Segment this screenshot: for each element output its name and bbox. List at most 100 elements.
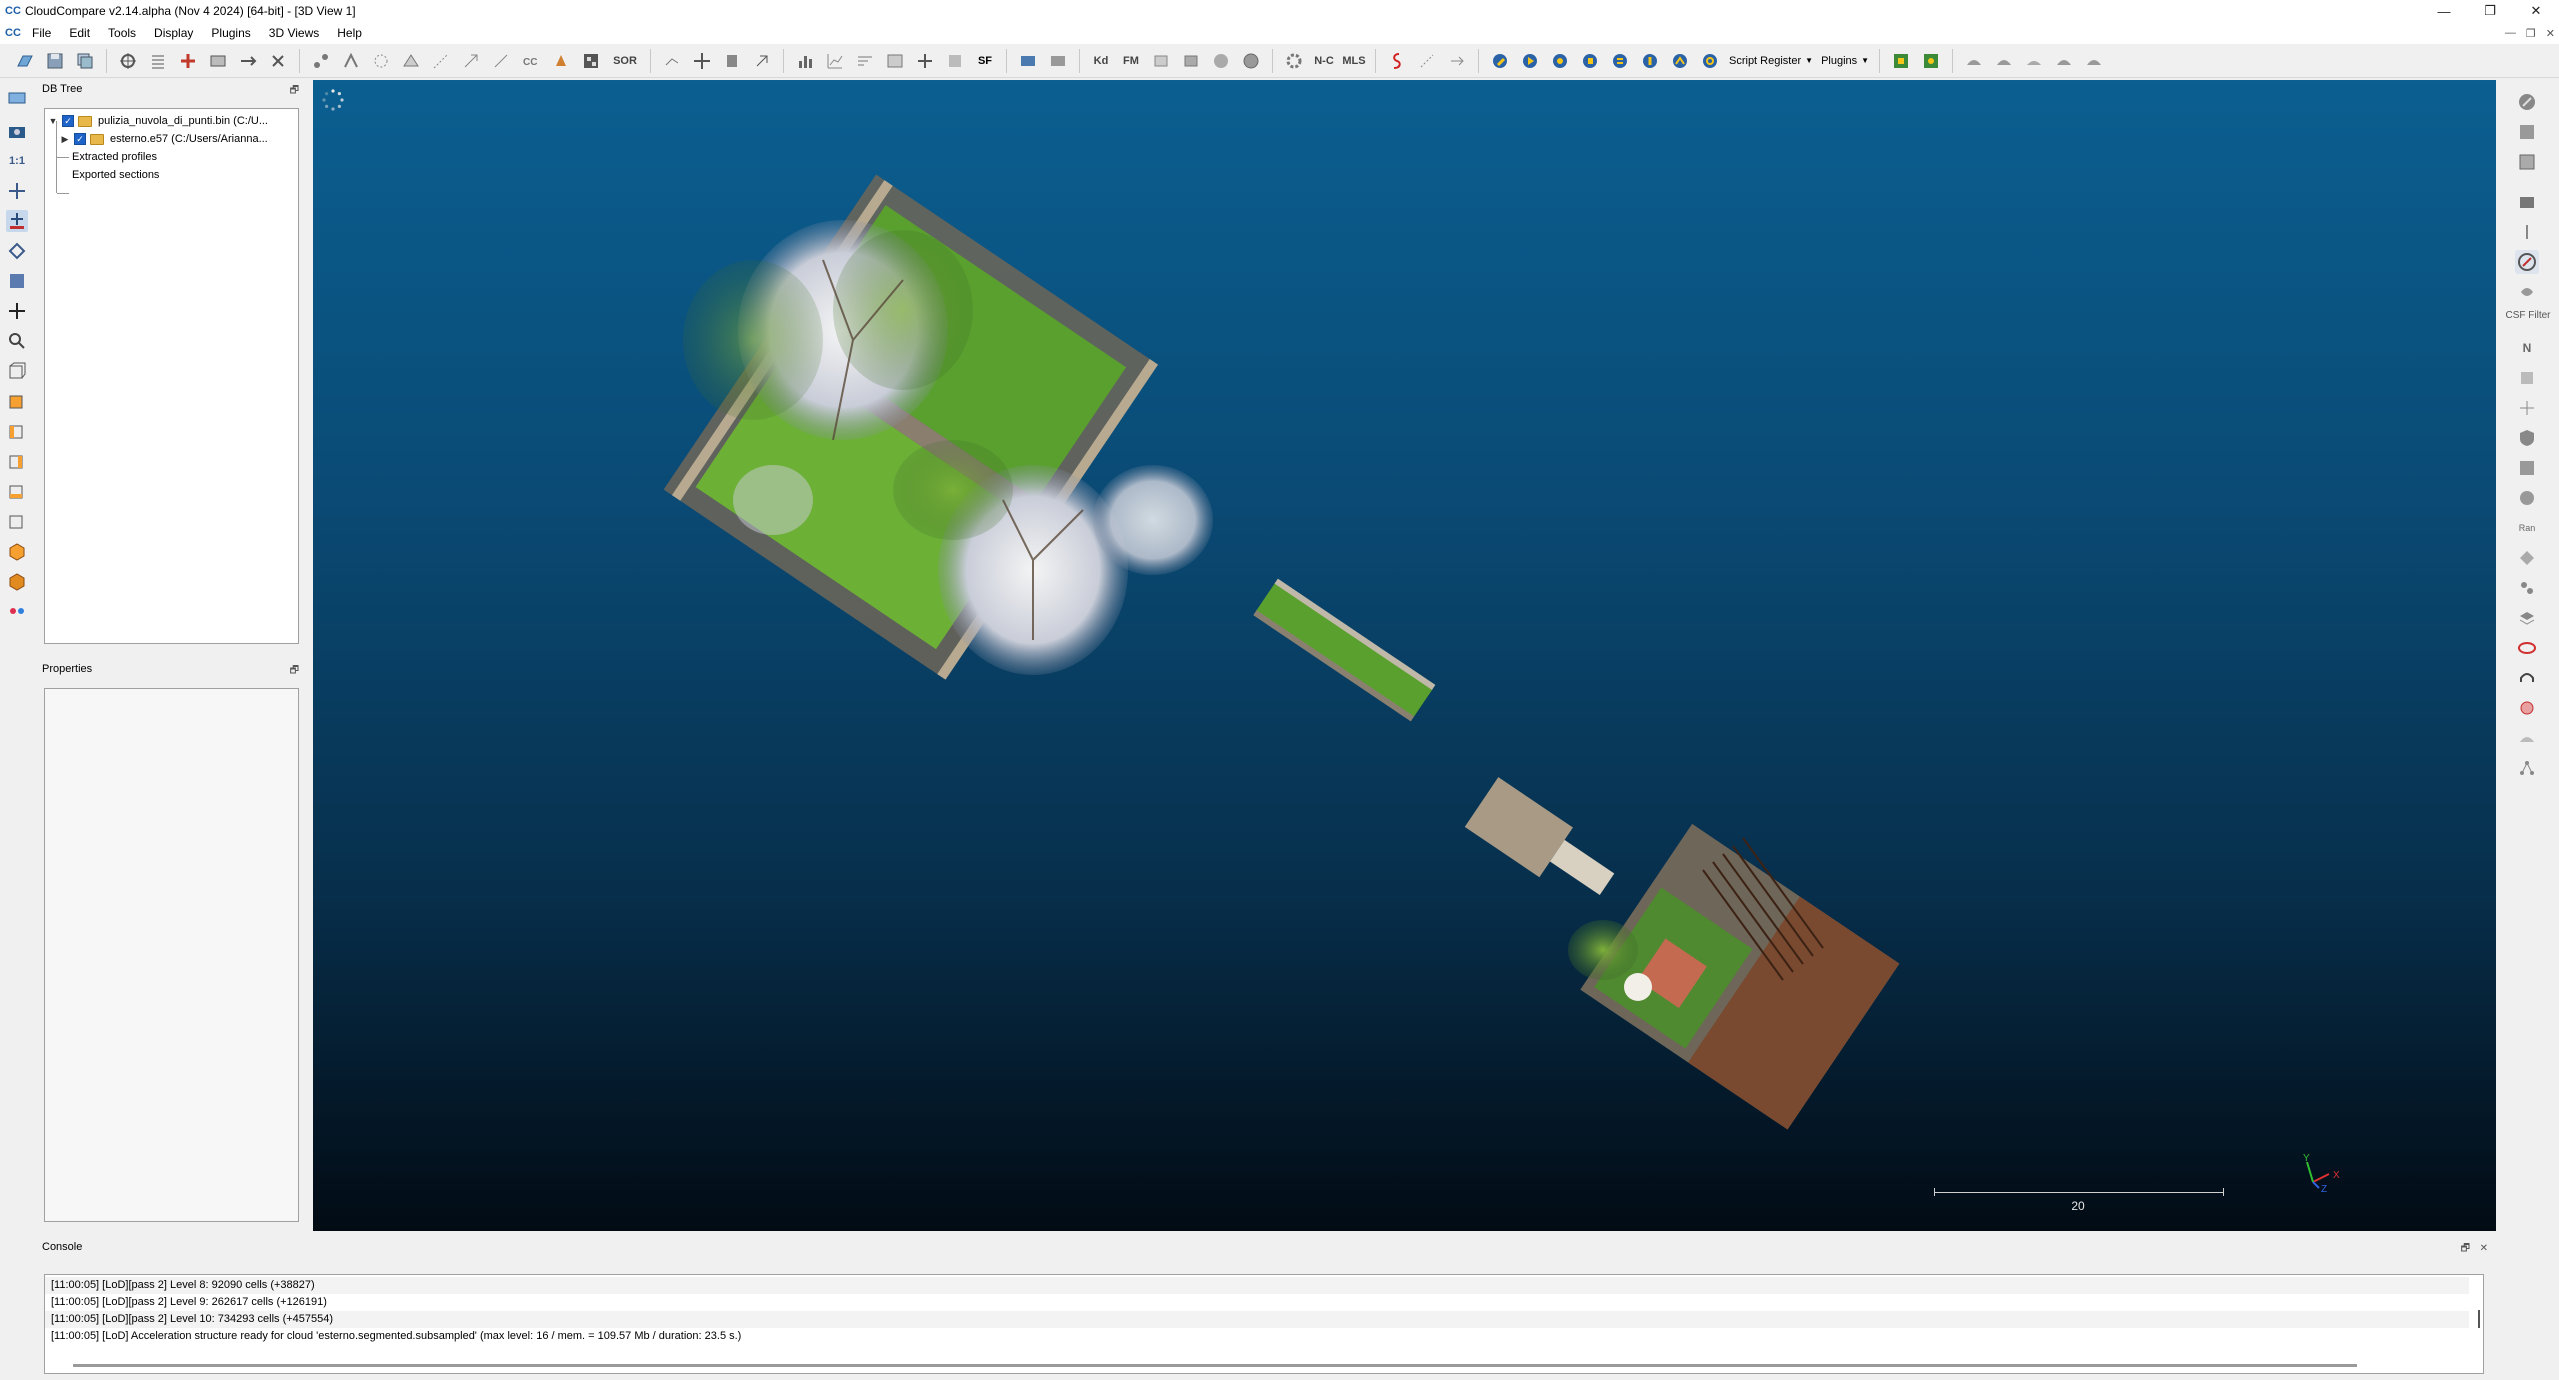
maximize-button[interactable]: ❐	[2467, 0, 2513, 22]
save-icon[interactable]	[43, 49, 67, 73]
pick-points-icon[interactable]	[750, 49, 774, 73]
stereo-icon[interactable]	[6, 600, 28, 622]
view-right-icon[interactable]	[6, 480, 28, 502]
box-filled-icon[interactable]	[1179, 49, 1203, 73]
translate-rotate-icon[interactable]	[116, 49, 140, 73]
clone-icon[interactable]	[73, 49, 97, 73]
octree-icon[interactable]	[369, 49, 393, 73]
point-cloud-render[interactable]	[313, 80, 2496, 1231]
view-back-icon[interactable]	[1992, 49, 2016, 73]
mls-button[interactable]: MLS	[1342, 49, 1366, 73]
export-icon[interactable]	[1445, 49, 1469, 73]
view-left-icon[interactable]	[2022, 49, 2046, 73]
console-vertical-scrollbar[interactable]	[2478, 1310, 2480, 1328]
ellipse-icon[interactable]	[2515, 636, 2539, 660]
iso-front-icon[interactable]	[6, 540, 28, 562]
view-iso-icon[interactable]	[2082, 49, 2106, 73]
network-icon[interactable]	[2515, 756, 2539, 780]
canupo-icon[interactable]	[2515, 150, 2539, 174]
view-back-icon[interactable]	[6, 450, 28, 472]
view-front-icon[interactable]	[1962, 49, 1986, 73]
tree-detect-icon[interactable]	[1919, 49, 1943, 73]
3d-view[interactable]: 20 X Y Z	[313, 80, 2496, 1231]
properties-view[interactable]	[44, 688, 299, 1222]
add-point-icon[interactable]	[176, 49, 200, 73]
menu-logo-icon[interactable]: CC	[5, 26, 21, 40]
move-icon[interactable]	[6, 300, 28, 322]
view-bottom-icon[interactable]	[6, 510, 28, 532]
object-icon[interactable]	[6, 270, 28, 292]
sf-manager-icon[interactable]	[883, 49, 907, 73]
csf-filter-icon[interactable]	[2515, 280, 2539, 304]
expand-arrow-icon[interactable]: ▼	[48, 116, 58, 126]
zoom-icon[interactable]	[6, 330, 28, 352]
cross-section-icon[interactable]	[1016, 49, 1040, 73]
mesh-icon[interactable]	[399, 49, 423, 73]
menu-file[interactable]: File	[23, 22, 60, 44]
filter-icon[interactable]	[853, 49, 877, 73]
plugins-dropdown[interactable]: Plugins ▼	[1817, 55, 1873, 67]
open-icon[interactable]	[13, 49, 37, 73]
gear-icon[interactable]	[1282, 49, 1306, 73]
box-icon[interactable]	[1149, 49, 1173, 73]
add-sf-icon[interactable]	[913, 49, 937, 73]
headphones-icon[interactable]	[2515, 666, 2539, 690]
brush-icon[interactable]	[2515, 220, 2539, 244]
tree-item-e57[interactable]: ▶ ✓ esterno.e57 (C:/Users/Arianna...	[60, 130, 268, 148]
trace-icon[interactable]	[2515, 696, 2539, 720]
auto-pivot-icon[interactable]	[6, 210, 28, 232]
fm-button[interactable]: FM	[1119, 49, 1143, 73]
visibility-checkbox[interactable]: ✓	[62, 115, 74, 127]
scale-icon[interactable]	[489, 49, 513, 73]
poisson-icon[interactable]	[2515, 546, 2539, 570]
shield-icon[interactable]	[2515, 426, 2539, 450]
console-horizontal-scrollbar[interactable]	[73, 1364, 2357, 1367]
globe-icon[interactable]	[1239, 49, 1263, 73]
mdi-close-button[interactable]: ✕	[2546, 27, 2555, 40]
view-front-icon[interactable]	[6, 390, 28, 412]
undock-icon[interactable]: 🗗	[290, 662, 299, 680]
python-info-icon[interactable]	[1548, 49, 1572, 73]
compass-active-icon[interactable]	[2515, 250, 2539, 274]
view-left-icon[interactable]	[6, 420, 28, 442]
zoom-1-1-button[interactable]: 1:1	[6, 150, 28, 172]
remove-sf-icon[interactable]	[943, 49, 967, 73]
plot-icon[interactable]	[823, 49, 847, 73]
fit-icon[interactable]	[1415, 49, 1439, 73]
collapse-arrow-icon[interactable]: ▶	[60, 134, 70, 145]
kd-tree-button[interactable]: Kd	[1089, 49, 1113, 73]
cloud-layers-icon[interactable]	[2515, 120, 2539, 144]
view-right-icon[interactable]	[2052, 49, 2076, 73]
layers-icon[interactable]	[2515, 606, 2539, 630]
menu-help[interactable]: Help	[328, 22, 371, 44]
python-doc-icon[interactable]	[1578, 49, 1602, 73]
menu-3d-views[interactable]: 3D Views	[260, 22, 328, 44]
ransac-button[interactable]: Ran	[2515, 516, 2539, 540]
python-run-icon[interactable]	[1518, 49, 1542, 73]
menu-tools[interactable]: Tools	[99, 22, 145, 44]
mesh-boolean-icon[interactable]	[2515, 456, 2539, 480]
python-script-icon[interactable]	[1668, 49, 1692, 73]
db-tree-view[interactable]: ▼ ✓ pulizia_nuvola_di_punti.bin (C:/U...…	[44, 108, 299, 644]
distance-icon[interactable]	[429, 49, 453, 73]
3dfin-icon[interactable]	[1889, 49, 1913, 73]
sphere-icon[interactable]	[1209, 49, 1233, 73]
sor-filter-button[interactable]: SOR	[609, 49, 641, 73]
menu-edit[interactable]: Edit	[60, 22, 99, 44]
python-settings-icon[interactable]	[1698, 49, 1722, 73]
script-register-dropdown[interactable]: Script Register ▼	[1725, 55, 1817, 67]
list-icon[interactable]	[146, 49, 170, 73]
delete-icon[interactable]	[266, 49, 290, 73]
python-repl-icon[interactable]	[1608, 49, 1632, 73]
pivot-icon[interactable]	[6, 180, 28, 202]
segment-icon[interactable]	[660, 49, 684, 73]
translate-icon[interactable]	[690, 49, 714, 73]
mdi-restore-button[interactable]: ❐	[2526, 27, 2536, 40]
cc-icon[interactable]: CC	[519, 49, 543, 73]
align-icon[interactable]	[459, 49, 483, 73]
noise-icon[interactable]	[579, 49, 603, 73]
m3c2-icon[interactable]	[2515, 576, 2539, 600]
sphere-icon[interactable]	[2515, 486, 2539, 510]
menu-plugins[interactable]: Plugins	[202, 22, 259, 44]
snake-icon[interactable]	[1385, 49, 1409, 73]
